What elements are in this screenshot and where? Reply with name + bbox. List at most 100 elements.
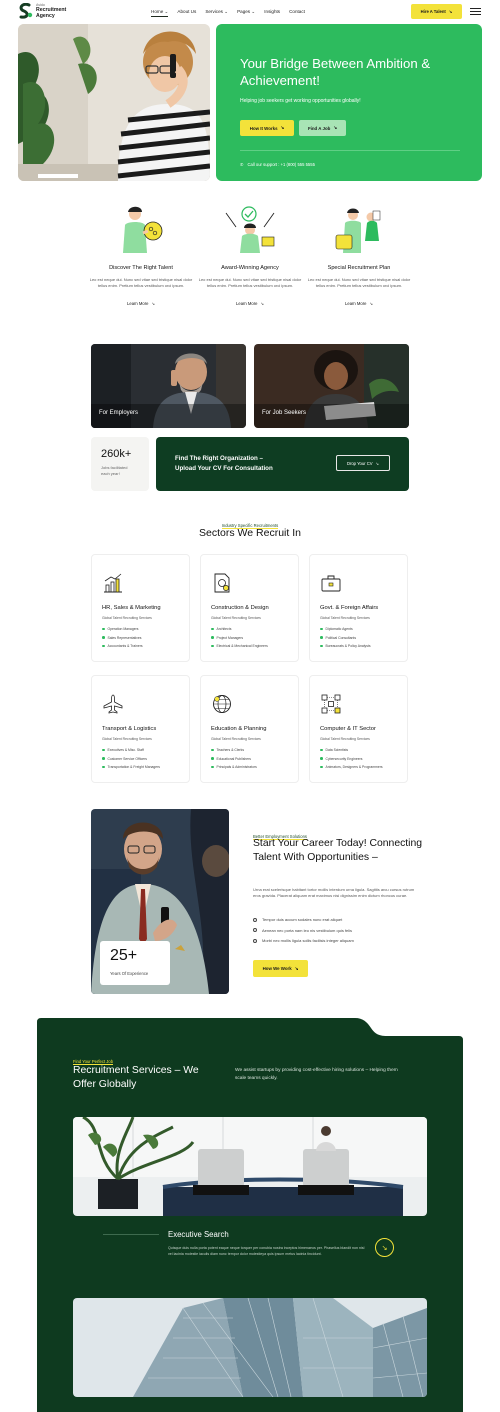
sector-role-list: Operation Managers Sales Representatives… — [102, 627, 143, 653]
check-item-text: Aenean nec porta nam leo nis vestibulum … — [262, 927, 353, 933]
cv-upload-title-line-2: Upload Your CV For Consultation — [175, 465, 273, 472]
sectors-title-wrap: Sectors We Recruit In — [0, 527, 500, 539]
list-item: Accountants & Trainers — [102, 644, 143, 648]
sector-card-construction[interactable]: Construction & Design Global Talent Recr… — [200, 554, 299, 662]
support-line[interactable]: ✆ Call our support : +1 (800) 555 5555 — [240, 162, 315, 167]
learn-more-link[interactable]: Learn More ↘ — [127, 301, 155, 306]
how-we-work-label: How We Work — [262, 966, 292, 971]
hero-title: Your Bridge Between Ambition & Achieveme… — [240, 56, 431, 88]
sector-card-hr[interactable]: HR, Sales & Marketing Global Talent Recr… — [91, 554, 190, 662]
cv-upload-title-line-1: Find The Right Organization – — [175, 455, 263, 462]
stat-text: Jobs facilitated each year! — [101, 465, 128, 476]
main-menu: Home ⌄ About Us Services ⌄ Pages ⌄ Insig… — [151, 9, 305, 17]
check-circle-icon — [253, 938, 257, 943]
learn-more-link[interactable]: Learn More ↘ — [236, 301, 264, 306]
feature-card-plan: Special Recruitment Plan Leo est neque d… — [304, 265, 414, 310]
nav-item-pages[interactable]: Pages ⌄ — [237, 9, 255, 17]
experience-badge: 25+ Years Of Experience — [100, 941, 170, 985]
experience-label: Years Of Experience — [110, 971, 149, 976]
sector-role-list: Architects Project Managers Electrical &… — [211, 627, 268, 653]
find-a-job-label: Find A Job — [307, 125, 331, 131]
hamburger-menu-icon[interactable] — [470, 8, 481, 16]
executive-search-photo — [73, 1117, 427, 1216]
list-item: Operation Managers — [102, 627, 143, 631]
check-item: Morbi nec mollis ligula sollis facilisis… — [253, 938, 354, 943]
services-title: Recruitment Services – We Offer Globally — [73, 1065, 199, 1090]
find-a-job-button[interactable]: Find A Job ↘ — [299, 120, 346, 136]
sector-card-govt[interactable]: Govt. & Foreign Affairs Global Talent Re… — [309, 554, 408, 662]
nav-item-contact-label: Contact — [289, 9, 305, 14]
drop-cv-button[interactable]: Drop Your CV ↘ — [336, 455, 390, 471]
sector-title: HR, Sales & Marketing — [102, 605, 161, 611]
hire-talent-button[interactable]: Hire A Talent ↘ — [411, 4, 462, 19]
sector-card-transport[interactable]: Transport & Logistics Global Talent Recr… — [91, 675, 190, 783]
learn-more-label: Learn More — [127, 301, 149, 306]
nav-item-insights-label: Insights — [264, 9, 281, 14]
career-body: Urna erat scelerisque habitant tortor mo… — [253, 887, 415, 898]
career-title: Start Your Career Today! Connecting Tale… — [253, 838, 423, 863]
list-item: Political Consultants — [320, 636, 371, 640]
nav-item-insights[interactable]: Insights — [264, 9, 280, 17]
arrow-down-right-icon: ↘ — [448, 9, 453, 14]
sector-role-list: Teachers & Clerks Educational Publishers… — [211, 748, 257, 774]
hero-photo — [18, 24, 210, 181]
arrow-down-right-icon: ↘ — [375, 460, 380, 466]
blueprint-document-icon — [214, 573, 230, 593]
nav-item-services[interactable]: Services ⌄ — [205, 9, 228, 17]
office-chairs-photo — [73, 1117, 427, 1216]
logo-small-text: Avido — [36, 3, 45, 7]
sector-subtitle: Global Talent Recruiting Services — [102, 737, 152, 741]
list-item: Teachers & Clerks — [211, 748, 257, 752]
nav-item-about[interactable]: About Us — [177, 9, 196, 17]
logo-icon[interactable] — [18, 3, 33, 20]
corporate-buildings-photo — [73, 1298, 427, 1397]
nav-item-services-label: Services — [205, 9, 223, 14]
how-we-work-button[interactable]: How We Work ↘ — [253, 960, 308, 977]
feature-card-award: Award-Winning Agency Leo est neque dui. … — [195, 265, 305, 310]
check-circle-icon — [253, 928, 257, 932]
list-item: Sales Representatives — [102, 636, 143, 640]
executive-search-title: Executive Search — [168, 1230, 229, 1239]
check-circle-icon — [253, 917, 257, 922]
employers-card[interactable]: For Employers — [91, 344, 246, 428]
arrow-down-right-icon: ↘ — [260, 301, 264, 306]
nav-item-contact[interactable]: Contact — [289, 9, 305, 17]
globe-icon — [213, 695, 231, 713]
nav-item-home[interactable]: Home ⌄ — [151, 9, 169, 17]
experience-value: 25+ — [110, 947, 138, 964]
stat-value: 260k+ — [101, 448, 132, 460]
list-item: Animators, Designers & Programmers — [320, 765, 383, 769]
sector-title: Computer & IT Sector — [320, 726, 376, 732]
skyscrapers-photo — [73, 1298, 427, 1397]
feature-text: Leo est neque dui. Nunc sed vitae sed tr… — [198, 277, 302, 288]
top-navigation: Avido Recruitment Agency Home ⌄ About Us… — [0, 0, 500, 24]
list-item: Diplomatic Agents — [320, 627, 371, 631]
hero-divider — [240, 150, 460, 151]
list-item: Executives & Misc. Staff — [102, 748, 160, 752]
job-seekers-card[interactable]: For Job Seekers — [254, 344, 409, 428]
executive-search-arrow-button[interactable]: ↘ — [375, 1238, 394, 1257]
drop-cv-label: Drop Your CV — [346, 460, 373, 466]
list-item: Electrical & Mechanical Engineers — [211, 644, 268, 648]
sector-card-education[interactable]: Education & Planning Global Talent Recru… — [200, 675, 299, 783]
how-it-works-label: How It Works — [249, 125, 278, 131]
sector-subtitle: Global Talent Recruiting Services — [320, 616, 370, 620]
sector-subtitle: Global Talent Recruiting Services — [211, 737, 261, 741]
learn-more-link[interactable]: Learn More ↘ — [345, 301, 373, 306]
arrow-down-right-icon: ↘ — [280, 125, 285, 130]
sector-card-it[interactable]: Computer & IT Sector Global Talent Recru… — [309, 675, 408, 783]
woman-on-phone-illustration — [18, 24, 210, 181]
nav-item-home-label: Home — [151, 9, 164, 14]
chevron-down-icon: ⌄ — [164, 9, 169, 14]
sector-subtitle: Global Talent Recruiting Services — [102, 616, 152, 620]
logo-text[interactable]: Avido Recruitment Agency — [36, 3, 66, 19]
how-it-works-button[interactable]: How It Works ↘ — [240, 120, 294, 136]
sector-title: Construction & Design — [211, 605, 269, 611]
support-text: Call our support : +1 (800) 555 5555 — [247, 162, 315, 167]
chevron-down-icon: ⌄ — [224, 9, 229, 14]
recruitment-plan-illustration — [335, 208, 381, 253]
feature-text: Leo est neque dui. Nunc sed vitae sed tr… — [307, 277, 411, 288]
network-nodes-icon — [321, 694, 341, 714]
award-winning-illustration — [225, 206, 275, 253]
feature-title: Special Recruitment Plan — [327, 265, 391, 271]
